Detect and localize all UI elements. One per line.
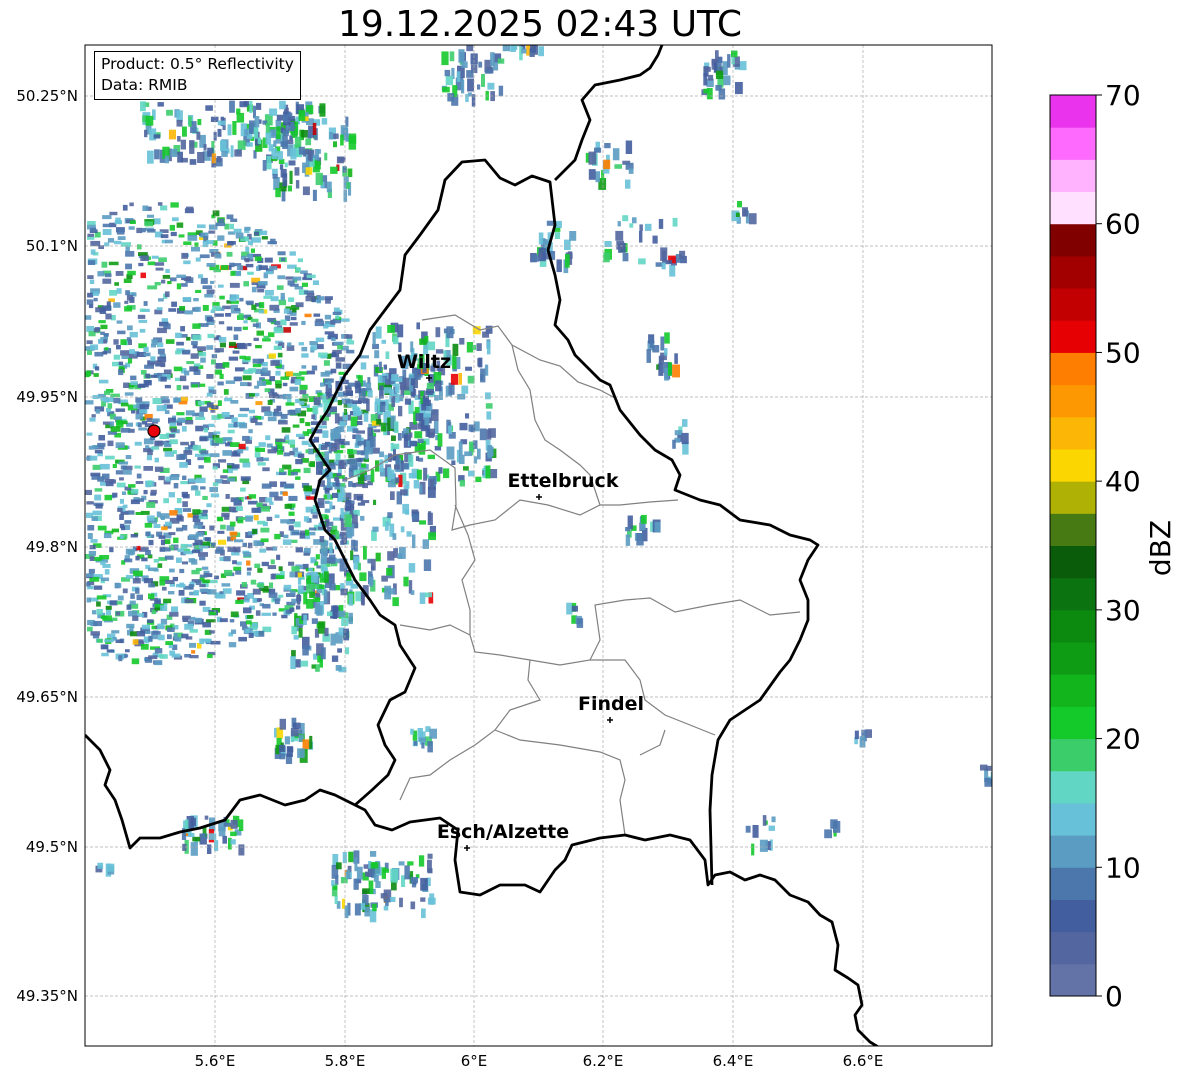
city-label: Wiltz (397, 351, 451, 373)
lat-tick-label: 49.35°N (16, 987, 78, 1005)
lat-tick-label: 49.95°N (16, 388, 78, 406)
city-label: Ettelbruck (508, 470, 619, 492)
data-source-label: Data: RMIB (101, 76, 188, 94)
lon-tick-label: 5.8°E (325, 1052, 366, 1070)
gridlines (85, 45, 992, 1046)
map-frame (84, 44, 993, 1047)
radar-map: Wiltz Ettelbruck Findel Esch/Alzette 5.6°E 5… (16, 44, 993, 1070)
lat-tick-label: 50.25°N (16, 87, 78, 105)
lon-tick-label: 6°E (461, 1052, 488, 1070)
lat-tick-label: 50.1°N (26, 237, 78, 255)
city-label: Esch/Alzette (437, 821, 569, 843)
radar-site-marker (147, 424, 161, 438)
lon-tick-label: 6.6°E (843, 1052, 884, 1070)
product-info-box: Product: 0.5° Reflectivity Data: RMIB (94, 51, 301, 100)
lon-tick-label: 6.4°E (713, 1052, 754, 1070)
lat-tick-label: 49.65°N (16, 688, 78, 706)
lon-tick-label: 5.6°E (195, 1052, 236, 1070)
city-label: Findel (578, 693, 644, 715)
lon-tick-label: 6.2°E (583, 1052, 624, 1070)
lat-tick-label: 49.5°N (26, 838, 78, 856)
lat-tick-label: 49.8°N (26, 538, 78, 556)
product-label: Product: 0.5° Reflectivity (101, 55, 294, 73)
